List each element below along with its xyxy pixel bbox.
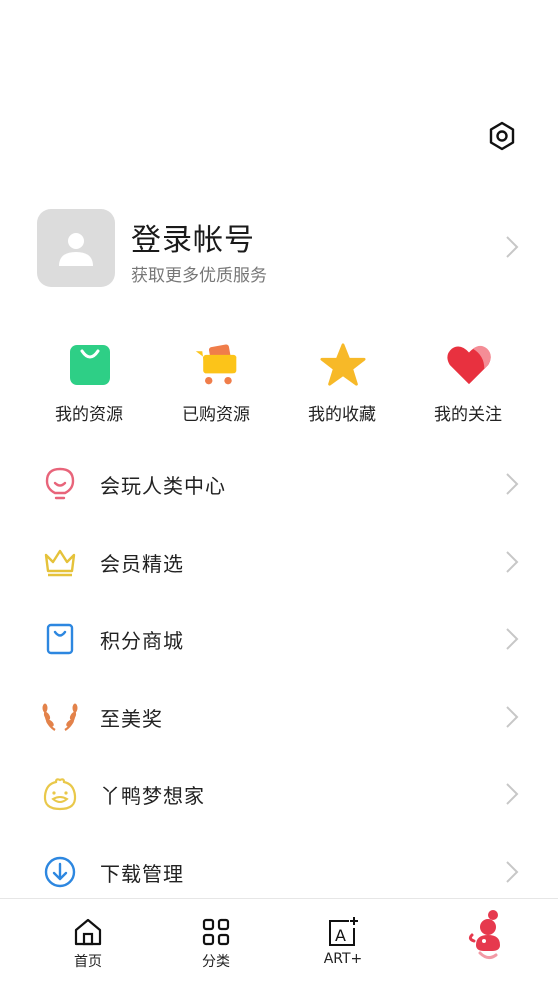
settings-button[interactable]: [486, 120, 518, 152]
art-plus-icon: A: [326, 915, 360, 949]
my-follows-button[interactable]: 我的关注: [408, 340, 528, 430]
menu-label: 下载管理: [100, 861, 184, 886]
tab-label: 分类: [202, 954, 230, 970]
chevron-right-icon: [506, 550, 519, 573]
menu-item-duck-dreamer[interactable]: 丫鸭梦想家: [0, 754, 558, 832]
notification-dot: [488, 910, 498, 920]
menu-label: 至美奖: [100, 706, 163, 731]
quick-label: 我的关注: [434, 405, 502, 425]
menu-item-beauty-award[interactable]: 至美奖: [0, 677, 558, 755]
quick-label: 我的收藏: [308, 405, 376, 425]
login-title[interactable]: 登录帐号: [131, 215, 255, 259]
purchased-resources-button[interactable]: 已购资源: [156, 340, 276, 430]
my-resources-button[interactable]: 我的资源: [29, 340, 149, 430]
chevron-right-icon: [506, 473, 519, 495]
download-icon: [40, 852, 80, 892]
quick-actions: 我的资源 已购资源 我的收藏 我的关注: [0, 340, 558, 430]
menu-item-player-center[interactable]: 会玩人类中心: [0, 444, 558, 522]
svg-text:A: A: [335, 926, 346, 945]
bulb-icon: [40, 464, 80, 504]
mascot-icon: [468, 917, 508, 961]
chevron-right-icon: [506, 236, 519, 258]
my-favorites-button[interactable]: 我的收藏: [282, 340, 402, 430]
quick-label: 已购资源: [182, 405, 250, 425]
laurel-icon: [40, 697, 80, 737]
green-bag-icon: [67, 342, 113, 388]
chevron-right-icon: [506, 628, 519, 650]
login-subtitle: 获取更多优质服务: [131, 266, 267, 286]
bottom-tab-bar: 首页 分类 A ART+: [0, 898, 558, 992]
tab-label: 首页: [74, 954, 102, 970]
crown-icon: [40, 542, 80, 582]
chevron-right-icon: [506, 783, 519, 805]
tab-label: ART+: [323, 951, 363, 967]
tab-art-plus[interactable]: A ART+: [283, 899, 403, 992]
tab-me[interactable]: [420, 899, 540, 992]
star-icon: [320, 342, 366, 388]
menu-label: 积分商城: [100, 629, 184, 653]
menu-label: 会玩人类中心: [100, 474, 226, 498]
shopping-bag-icon: [40, 619, 80, 659]
menu-label: 会员精选: [100, 551, 184, 576]
login-card[interactable]: 登录帐号 获取更多优质服务: [0, 205, 558, 291]
menu-label: 丫鸭梦想家: [100, 784, 205, 808]
home-icon: [71, 915, 105, 949]
duck-icon: [40, 774, 80, 814]
chevron-right-icon: [506, 860, 519, 883]
quick-label: 我的资源: [55, 405, 123, 425]
avatar[interactable]: [37, 209, 115, 287]
menu-item-points-mall[interactable]: 积分商城: [0, 599, 558, 677]
grid-icon: [199, 915, 233, 949]
gear-icon: [489, 121, 515, 151]
heart-icon: [446, 342, 492, 388]
menu-list: 会玩人类中心 会员精选 积分商城 至美奖 丫鸭梦想家 下载管理: [0, 444, 558, 909]
tab-home[interactable]: 首页: [28, 899, 148, 992]
menu-item-vip-picks[interactable]: 会员精选: [0, 522, 558, 600]
chevron-right-icon: [506, 705, 519, 728]
person-icon: [59, 233, 93, 266]
tab-category[interactable]: 分类: [156, 899, 276, 992]
cart-icon: [194, 342, 240, 388]
